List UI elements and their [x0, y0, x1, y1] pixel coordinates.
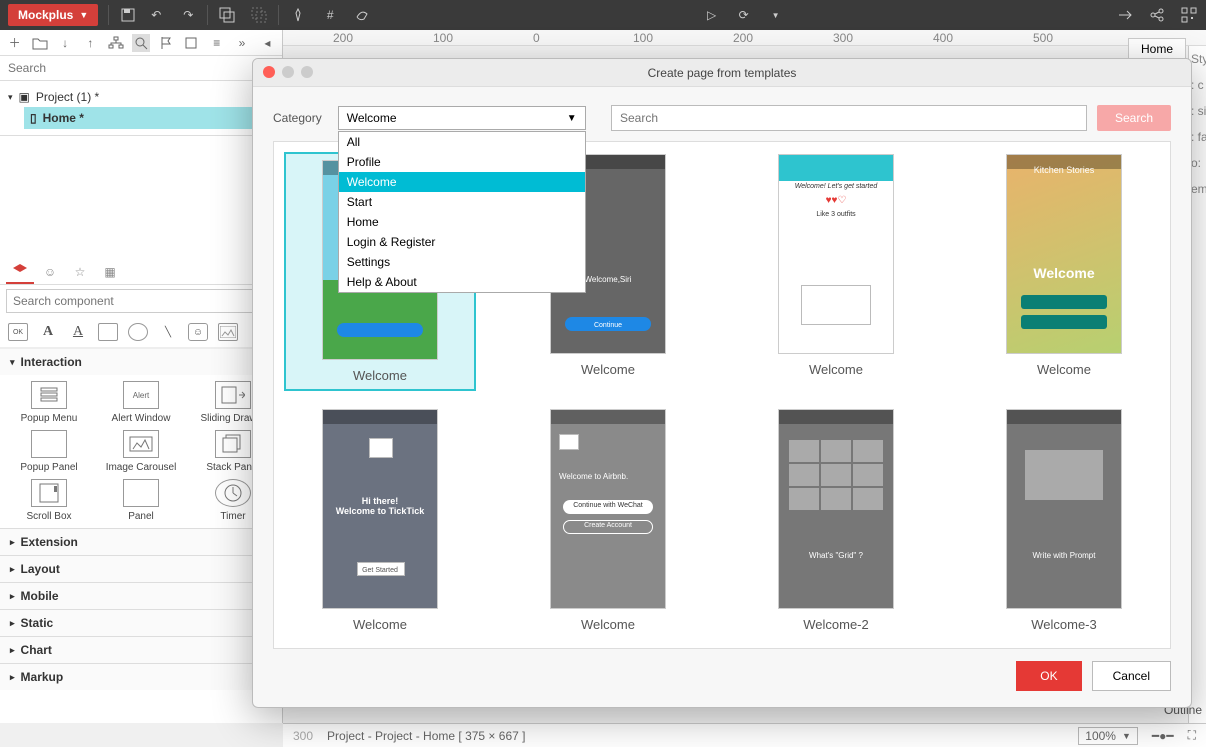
option-help[interactable]: Help & About [339, 272, 585, 292]
template-search-input[interactable] [611, 105, 1087, 131]
minimize-icon[interactable] [282, 66, 294, 78]
modal-overlay: Create page from templates Category Welc… [0, 0, 1206, 747]
option-login[interactable]: Login & Register [339, 232, 585, 252]
option-settings[interactable]: Settings [339, 252, 585, 272]
template-item[interactable]: What's "Grid" ? Welcome-2 [742, 409, 930, 632]
option-welcome[interactable]: Welcome [339, 172, 585, 192]
template-item[interactable]: Hi there! Welcome to TickTick Get Starte… [286, 409, 474, 632]
maximize-icon[interactable] [301, 66, 313, 78]
category-label: Category [273, 111, 322, 125]
ok-button[interactable]: OK [1016, 661, 1081, 691]
template-item[interactable]: Kitchen Stories Welcome Welcome [970, 154, 1158, 389]
option-start[interactable]: Start [339, 192, 585, 212]
chevron-down-icon: ▼ [567, 113, 577, 124]
option-all[interactable]: All [339, 132, 585, 152]
template-item[interactable]: Welcome! Let's get started ♥♥♡ Like 3 ou… [742, 154, 930, 389]
dialog-title: Create page from templates [648, 66, 797, 80]
option-profile[interactable]: Profile [339, 152, 585, 172]
create-template-dialog: Create page from templates Category Welc… [252, 58, 1192, 708]
dialog-titlebar: Create page from templates [253, 59, 1191, 87]
option-home[interactable]: Home [339, 212, 585, 232]
category-select[interactable]: Welcome ▼ All Profile Welcome Start Home… [338, 106, 586, 130]
cancel-button[interactable]: Cancel [1092, 661, 1171, 691]
template-item[interactable]: Write with Prompt Welcome-3 [970, 409, 1158, 632]
search-button[interactable]: Search [1097, 105, 1171, 131]
close-icon[interactable] [263, 66, 275, 78]
category-dropdown: All Profile Welcome Start Home Login & R… [338, 131, 586, 293]
category-value: Welcome [347, 111, 397, 125]
template-item[interactable]: Welcome to Airbnb. Continue with WeChat … [514, 409, 702, 632]
